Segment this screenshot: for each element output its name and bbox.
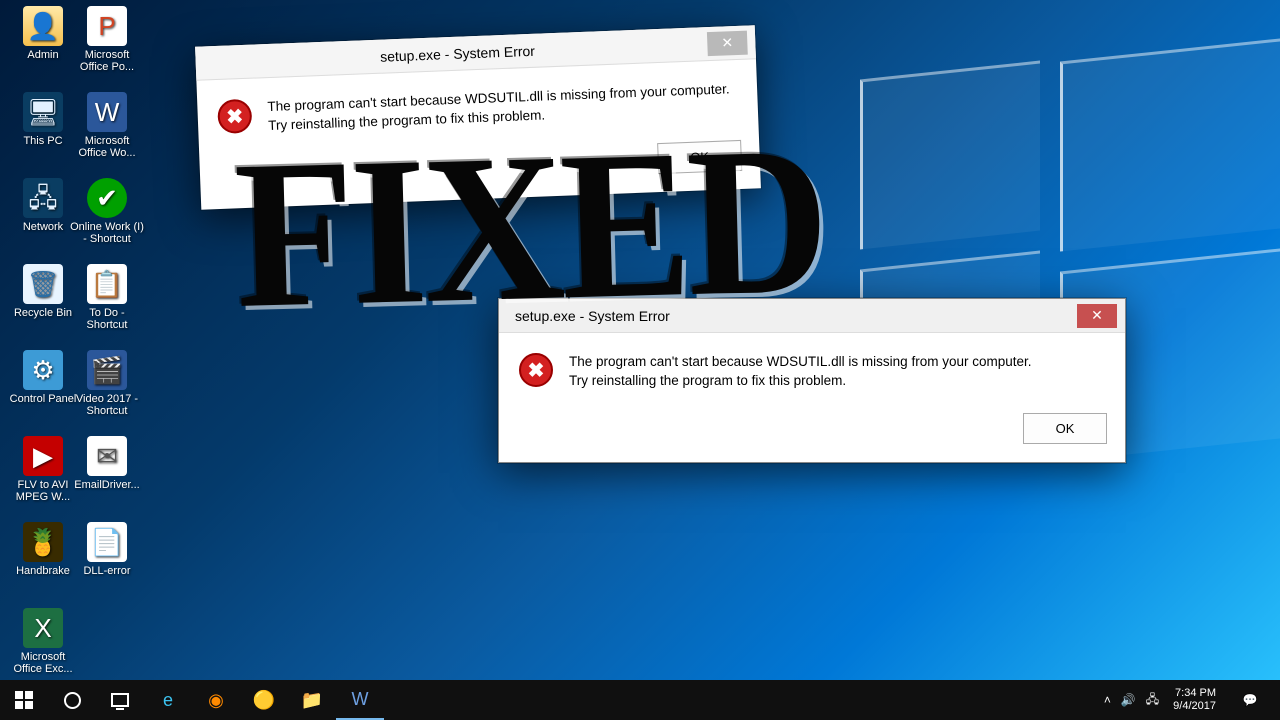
desktop-icon-this-pc[interactable]: 🖥This PC (6, 92, 80, 147)
taskbar-app-word[interactable]: W (336, 680, 384, 720)
taskbar-app-edge[interactable]: e (144, 680, 192, 720)
desktop-icon-dll-error[interactable]: 📄DLL-error (70, 522, 144, 577)
dialog-titlebar[interactable]: setup.exe - System Error ✕ (499, 299, 1125, 333)
icon-label: FLV to AVI MPEG W... (16, 479, 70, 503)
desktop-icon-online-work[interactable]: ✔Online Work (I) - Shortcut (70, 178, 144, 245)
icon-label: Microsoft Office Exc... (13, 651, 72, 675)
taskbar-clock[interactable]: 7:34 PM 9/4/2017 (1169, 687, 1220, 712)
error-dialog-front: setup.exe - System Error ✕ ✖ The program… (498, 298, 1126, 463)
close-button[interactable]: ✕ (1077, 304, 1117, 328)
desktop-icon-word[interactable]: WMicrosoft Office Wo... (70, 92, 144, 159)
tray-chevron-icon[interactable]: ˄ (1104, 693, 1111, 707)
clock-time: 7:34 PM (1173, 687, 1216, 700)
tray-network-icon[interactable]: 🖧 (1146, 690, 1159, 711)
tray-volume-icon[interactable]: 🔊 (1121, 693, 1136, 707)
icon-label: Video 2017 - Shortcut (76, 393, 138, 417)
ok-button[interactable]: OK (657, 140, 742, 174)
desktop-icon-video-2017[interactable]: 🎬Video 2017 - Shortcut (70, 350, 144, 417)
desktop-icon-powerpoint[interactable]: PMicrosoft Office Po... (70, 6, 144, 73)
desktop-icon-emaildriver[interactable]: ✉EmailDriver... (70, 436, 144, 491)
taskbar: e ◉ 🟡 📁 W ˄ 🔊 🖧 7:34 PM 9/4/2017 💬 (0, 680, 1280, 720)
dialog-title: setup.exe - System Error (511, 308, 1077, 324)
taskbar-app-chrome[interactable]: 🟡 (240, 680, 288, 720)
clock-date: 9/4/2017 (1173, 700, 1216, 713)
taskbar-app-explorer[interactable]: 📁 (288, 680, 336, 720)
icon-label: DLL-error (83, 565, 130, 577)
icon-label: To Do - Shortcut (87, 307, 128, 331)
dialog-message: The program can't start because WDSUTIL.… (569, 353, 1049, 391)
desktop-icon-network[interactable]: 🖧Network (6, 178, 80, 233)
icon-label: EmailDriver... (74, 479, 139, 491)
task-view-button[interactable] (96, 680, 144, 720)
start-button[interactable] (0, 680, 48, 720)
ok-button[interactable]: OK (1023, 413, 1107, 444)
error-dialog-back: setup.exe - System Error ✕ ✖ The program… (195, 25, 761, 209)
desktop-icon-todo[interactable]: 📋To Do - Shortcut (70, 264, 144, 331)
taskbar-app-firefox[interactable]: ◉ (192, 680, 240, 720)
icon-label: Online Work (I) - Shortcut (70, 221, 144, 245)
desktop-icon-admin[interactable]: 👤Admin (6, 6, 80, 61)
icon-label: Microsoft Office Po... (80, 49, 134, 73)
icon-label: Recycle Bin (14, 307, 72, 319)
icon-label: Handbrake (16, 565, 70, 577)
desktop-icon-handbrake[interactable]: 🍍Handbrake (6, 522, 80, 577)
icon-label: This PC (23, 135, 62, 147)
error-icon: ✖ (217, 99, 252, 134)
desktop-icon-control-panel[interactable]: ⚙Control Panel (6, 350, 80, 405)
error-icon: ✖ (519, 353, 553, 387)
close-button[interactable]: ✕ (707, 30, 748, 56)
desktop-icon-flv-converter[interactable]: ▶FLV to AVI MPEG W... (6, 436, 80, 503)
desktop-icon-excel[interactable]: XMicrosoft Office Exc... (6, 608, 80, 675)
icon-label: Admin (27, 49, 58, 61)
dialog-message: The program can't start because WDSUTIL.… (267, 80, 738, 136)
desktop-icon-recycle-bin[interactable]: 🗑Recycle Bin (6, 264, 80, 319)
icon-label: Microsoft Office Wo... (78, 135, 135, 159)
cortana-button[interactable] (48, 680, 96, 720)
action-center-button[interactable]: 💬 (1230, 680, 1270, 720)
icon-label: Control Panel (10, 393, 77, 405)
icon-label: Network (23, 221, 63, 233)
system-tray: ˄ 🔊 🖧 7:34 PM 9/4/2017 💬 (1094, 680, 1280, 720)
